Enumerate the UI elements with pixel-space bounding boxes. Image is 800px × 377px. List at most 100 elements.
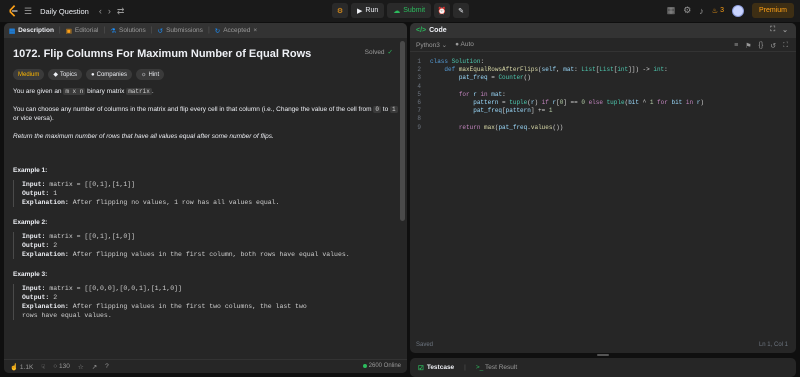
example-block: Input: matrix = [[0,1],[1,1]] Output: 1 … bbox=[13, 180, 398, 207]
topics-pill[interactable]: ◆ Topics bbox=[48, 69, 82, 80]
lock-icon: ● bbox=[455, 41, 460, 48]
panel-resize-handle[interactable] bbox=[597, 354, 609, 356]
testcase-panel: ☑ Testcase | >_ Test Result bbox=[410, 358, 796, 377]
intro-text-a: You are given an bbox=[13, 88, 64, 95]
companies-pill[interactable]: ● Companies bbox=[85, 69, 132, 80]
tab-testcase[interactable]: ☑ Testcase bbox=[418, 364, 454, 372]
tab-accepted[interactable]: ↻ Accepted × bbox=[215, 27, 257, 35]
inline-code: 0 bbox=[373, 106, 381, 113]
tab-solutions[interactable]: ⚗ Solutions bbox=[110, 27, 146, 35]
output-label: Output: bbox=[22, 242, 50, 249]
description-scrollbar[interactable] bbox=[400, 41, 405, 221]
tab-test-result[interactable]: >_ Test Result bbox=[476, 364, 517, 371]
share-icon[interactable]: ↗ bbox=[92, 363, 97, 371]
code-line: 3 pat_freq = Counter() bbox=[417, 74, 531, 82]
favorite-icon[interactable]: ☆ bbox=[78, 363, 84, 371]
intro-text-c: . bbox=[151, 88, 154, 95]
code-line: 4 bbox=[417, 82, 421, 90]
collapse-icon[interactable]: ⌄ bbox=[782, 26, 788, 34]
premium-button[interactable]: Premium bbox=[751, 3, 794, 18]
fullscreen-icon[interactable]: ⛶ bbox=[783, 42, 788, 50]
comments-button[interactable]: ○ 130 bbox=[53, 363, 70, 370]
reset-icon[interactable]: ↺ bbox=[770, 42, 776, 50]
help-icon[interactable]: ? bbox=[105, 363, 109, 370]
history-icon: ↺ bbox=[157, 27, 164, 35]
lock-icon: ● bbox=[90, 71, 95, 78]
explanation-label: Explanation: bbox=[22, 199, 69, 206]
problem-description: 1072. Flip Columns For Maximum Number of… bbox=[4, 38, 407, 353]
tag-pills: Medium ◆ Topics ● Companies ☼ Hint bbox=[13, 69, 398, 80]
auto-mode[interactable]: ● Auto bbox=[455, 41, 474, 48]
tab-divider: | bbox=[464, 364, 466, 371]
book-icon: ▣ bbox=[65, 27, 72, 35]
p2-text-c: or vice versa). bbox=[13, 115, 54, 122]
online-count: 2600 Online bbox=[362, 363, 401, 369]
streak-counter[interactable]: ♨ 3 bbox=[712, 7, 724, 15]
language-select[interactable]: Python3 ⌄ bbox=[416, 41, 447, 49]
tab-accepted-label: Accepted bbox=[223, 27, 251, 34]
code-title: Code bbox=[429, 27, 447, 34]
checkbox-icon: ☑ bbox=[418, 364, 424, 372]
top-navigation-bar: ☰ Daily Question ‹ › ⇄ ⚙ ▶ Run ☁ Submit … bbox=[0, 0, 800, 22]
example-heading: Example 2: bbox=[13, 219, 48, 226]
example-block: Input: matrix = [[0,1],[1,0]] Output: 2 … bbox=[13, 232, 398, 259]
difficulty-badge: Medium bbox=[13, 69, 45, 80]
hint-label: Hint bbox=[148, 71, 160, 78]
inline-code: m x n bbox=[63, 88, 86, 95]
code-line: 2 def maxEqualRowsAfterFlips(self, mat: … bbox=[417, 66, 668, 74]
inline-code: 1 bbox=[390, 106, 398, 113]
tab-divider: | bbox=[150, 27, 153, 34]
maximize-icon[interactable]: ⛶ bbox=[770, 26, 775, 34]
p2-text-b: to bbox=[380, 106, 390, 113]
timer-button[interactable]: ⏰ bbox=[434, 3, 451, 18]
layout-icon[interactable]: ▦ bbox=[667, 5, 676, 16]
terminal-icon: >_ bbox=[475, 364, 484, 371]
code-line: 9 return max(pat_freq.values()) bbox=[417, 123, 564, 131]
notification-bell-icon[interactable]: ♪ bbox=[699, 6, 704, 16]
submit-label: Submit bbox=[403, 7, 426, 14]
tab-description[interactable]: ▤ Description bbox=[9, 27, 54, 35]
tab-submissions[interactable]: ↺ Submissions bbox=[158, 27, 203, 35]
tab-editorial-label: Editorial bbox=[74, 27, 99, 34]
p2-text-a: You can choose any number of columns in … bbox=[13, 106, 374, 113]
format-icon[interactable]: ≡ bbox=[734, 42, 738, 50]
submit-button[interactable]: ☁ Submit bbox=[387, 3, 432, 18]
dislike-button[interactable]: ☟ bbox=[41, 363, 45, 371]
close-tab-icon[interactable]: × bbox=[253, 27, 257, 34]
run-label: Run bbox=[365, 7, 379, 14]
inline-code: matrix bbox=[126, 88, 152, 95]
return-text: Return the maximum number of rows that h… bbox=[13, 133, 274, 140]
example-explanation: After flipping no values, 1 row has all … bbox=[72, 199, 280, 206]
example-input: matrix = [[0,1],[1,1]] bbox=[49, 181, 136, 188]
debug-button[interactable]: ⚙ bbox=[332, 3, 348, 18]
accepted-icon: ↻ bbox=[214, 27, 221, 35]
like-button[interactable]: ☝ 1.1K bbox=[10, 363, 33, 371]
flask-icon: ⚗ bbox=[110, 27, 117, 35]
settings-icon[interactable]: ⚙ bbox=[683, 5, 691, 16]
next-problem-icon[interactable]: › bbox=[108, 6, 111, 16]
problem-title: 1072. Flip Columns For Maximum Number of… bbox=[13, 48, 312, 60]
auto-label: Auto bbox=[460, 41, 474, 48]
problem-list-icon[interactable]: ☰ bbox=[24, 6, 32, 17]
tab-divider: | bbox=[103, 27, 106, 34]
shuffle-icon[interactable]: ⇄ bbox=[117, 6, 125, 17]
online-dot bbox=[362, 364, 367, 368]
example-input: matrix = [[0,1],[1,0]] bbox=[49, 233, 136, 240]
companies-label: Companies bbox=[96, 71, 127, 78]
problem-list-title[interactable]: Daily Question bbox=[40, 7, 89, 16]
solved-status: Solved ✓ bbox=[365, 48, 393, 57]
bookmark-icon[interactable]: ⚑ bbox=[745, 42, 751, 50]
hint-pill[interactable]: ☼ Hint bbox=[135, 69, 165, 80]
code-editor[interactable]: 1 class Solution: 2 def maxEqualRowsAfter… bbox=[410, 52, 796, 132]
avatar[interactable] bbox=[731, 4, 744, 17]
tab-editorial[interactable]: ▣ Editorial bbox=[66, 27, 99, 35]
notes-button[interactable]: ✎ bbox=[453, 3, 470, 18]
tag-icon: ◆ bbox=[53, 72, 58, 78]
intro-paragraph: You are given an m x n binary matrix mat… bbox=[13, 87, 398, 96]
language-label: Python3 bbox=[416, 41, 440, 49]
braces-icon[interactable]: {} bbox=[759, 42, 764, 50]
prev-problem-icon[interactable]: ‹ bbox=[99, 6, 102, 16]
example-output: 1 bbox=[53, 190, 58, 197]
leetcode-logo-icon[interactable] bbox=[8, 5, 18, 17]
run-button[interactable]: ▶ Run bbox=[351, 3, 385, 18]
